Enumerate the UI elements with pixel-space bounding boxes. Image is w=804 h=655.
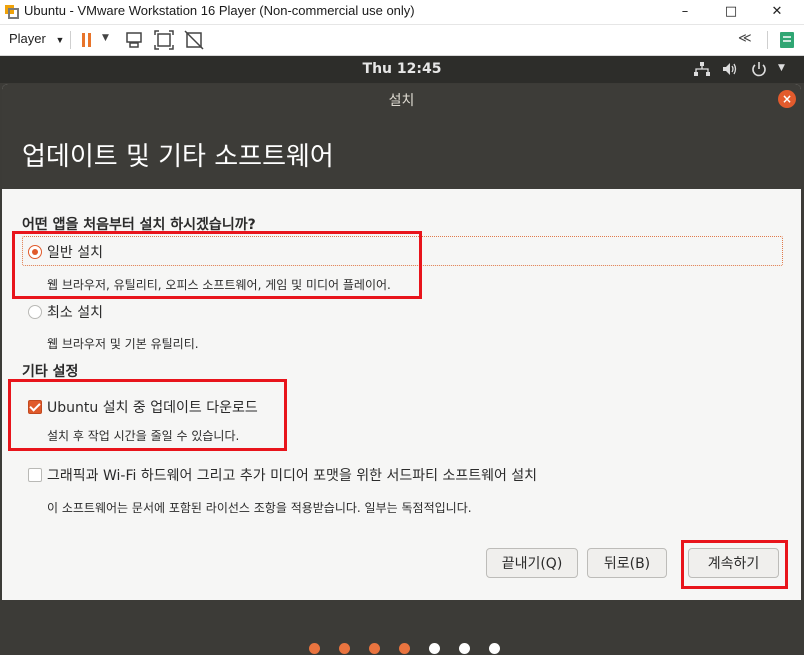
progress-dot-completed [399,643,410,654]
progress-dot-completed [339,643,350,654]
collapse-icon[interactable]: ≪ [738,31,752,46]
minimal-install-radio[interactable] [28,305,42,319]
power-icon[interactable] [750,61,768,77]
send-ctrl-alt-del-icon[interactable] [123,29,145,51]
third-party-checkbox[interactable] [28,468,42,482]
third-party-description: 이 소프트웨어는 문서에 포함된 라이선스 조항을 적용받습니다. 일부는 독점… [47,501,472,515]
toolbar-divider [767,31,768,49]
pause-dropdown-icon[interactable]: ▼ [102,33,109,43]
minimize-icon: – [681,4,689,19]
close-window-button[interactable]: ✕ [754,0,800,24]
ubuntu-top-panel: Thu 12:45 ▼ [0,56,804,83]
highlight-continue-button [681,540,788,589]
installer-header: 업데이트 및 기타 소프트웨어 [2,114,801,189]
highlight-download-updates [8,379,287,451]
close-icon: × [781,92,793,106]
highlight-normal-install [12,231,422,299]
progress-dot-pending [429,643,440,654]
progress-dot-completed [369,643,380,654]
maximize-icon: □ [724,4,738,19]
minimal-install-label[interactable]: 최소 설치 [47,302,103,322]
installer-close-button[interactable]: × [778,90,796,108]
progress-dot-completed [309,643,320,654]
system-menu-chevron-icon[interactable]: ▼ [778,63,785,73]
toolbar-divider [70,31,71,49]
installer-titlebar: 설치 × [2,84,801,114]
chevron-down-icon: ▼ [55,35,65,45]
progress-dot-pending [459,643,470,654]
player-menu[interactable]: Player ▼ [9,31,64,46]
page-title: 업데이트 및 기타 소프트웨어 [22,142,334,172]
pause-icon[interactable] [76,29,98,51]
close-icon: ✕ [771,4,783,19]
window-title: Ubuntu - VMware Workstation 16 Player (N… [24,3,415,18]
fit-guest-icon[interactable] [153,29,175,51]
installer-progress-bar [0,600,804,655]
progress-dot-pending [489,643,500,654]
installer-window-title: 설치 [388,93,415,109]
installer-window: 설치 × 업데이트 및 기타 소프트웨어 어떤 앱을 처음부터 설치 하시겠습니… [2,84,801,600]
other-options-title: 기타 설정 [22,364,79,380]
third-party-label[interactable]: 그래픽과 Wi-Fi 하드웨어 그리고 추가 미디어 포맷을 위한 서드파티 소… [47,465,537,485]
vmware-logo-icon [5,5,19,19]
vmware-toolbar: Player ▼ ▼ ≪ [0,25,804,56]
notes-icon[interactable] [776,29,798,51]
minimal-install-description: 웹 브라우저 및 기본 유틸리티. [47,337,199,351]
player-menu-label: Player [9,31,46,46]
quit-button[interactable]: 끝내기(Q) [486,548,578,578]
volume-icon[interactable] [721,61,739,77]
unity-icon[interactable] [183,29,205,51]
maximize-button[interactable]: □ [708,0,754,24]
minimize-button[interactable]: – [662,0,708,24]
panel-clock[interactable]: Thu 12:45 [0,61,804,77]
network-icon[interactable] [693,61,711,77]
back-button[interactable]: 뒤로(B) [587,548,667,578]
window-titlebar: Ubuntu - VMware Workstation 16 Player (N… [0,0,804,25]
